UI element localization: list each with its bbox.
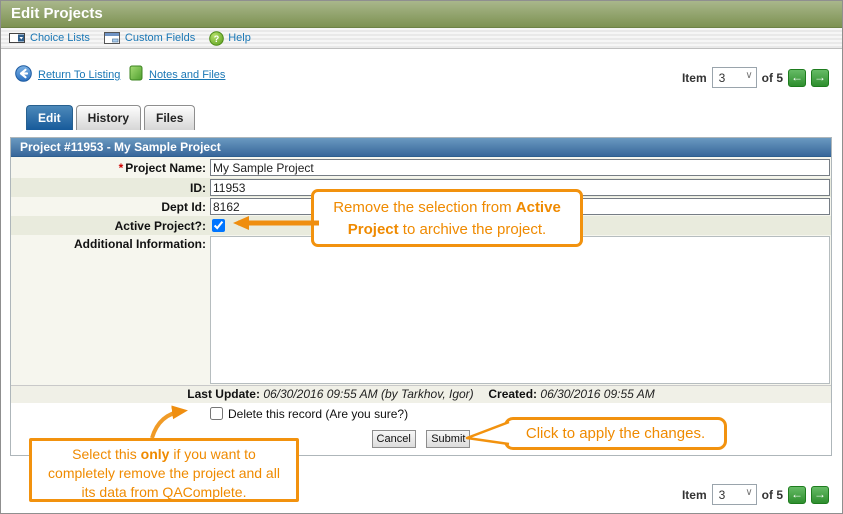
page-title: Edit Projects <box>11 5 103 22</box>
item-label: Item <box>681 487 707 502</box>
active-project-callout: Remove the selection from Active Project… <box>311 189 583 247</box>
dept-id-label: Dept Id: <box>161 199 206 214</box>
return-to-listing-label: Return To Listing <box>38 69 121 81</box>
additional-information-label: Additional Information: <box>74 237 206 251</box>
project-name-input[interactable] <box>210 159 830 176</box>
additional-information-textarea[interactable] <box>210 236 830 384</box>
submit-callout: Click to apply the changes. <box>504 417 727 450</box>
item-select-wrap: 3 ∨ <box>711 67 757 88</box>
active-project-checkbox[interactable] <box>212 218 225 232</box>
edit-projects-window: Edit Projects Choice Lists Custom Fields… <box>0 0 843 514</box>
item-select[interactable]: 3 <box>711 484 757 505</box>
tab-history[interactable]: History <box>75 105 142 130</box>
delete-record-label: Delete this record (Are you sure?) <box>228 407 409 421</box>
item-select-wrap: 3 ∨ <box>711 484 757 505</box>
edit-project-form: Project #11953 - My Sample Project * Proj… <box>10 137 832 456</box>
id-label: ID: <box>190 180 206 195</box>
last-update-row: Last Update: 06/30/2016 09:55 AM (by Tar… <box>11 385 831 403</box>
help-glyph: ? <box>214 34 220 44</box>
help-icon: ? <box>209 30 225 46</box>
prev-item-button[interactable]: ← <box>788 68 806 87</box>
next-arrow-icon: → <box>814 487 826 501</box>
choice-lists-label: Choice Lists <box>30 32 90 44</box>
tab-files[interactable]: Files <box>144 105 196 130</box>
prev-arrow-icon: ← <box>791 70 803 84</box>
return-to-listing-link[interactable]: Return To Listing <box>15 65 120 85</box>
active-project-label: Active Project?: <box>114 218 206 233</box>
prev-item-button[interactable]: ← <box>788 485 806 504</box>
tab-edit[interactable]: Edit <box>26 105 73 130</box>
prev-arrow-icon: ← <box>791 487 803 501</box>
notes-and-files-label: Notes and Files <box>149 68 226 81</box>
notes-page-icon <box>129 65 143 84</box>
item-of-label: of 5 <box>761 487 783 502</box>
custom-fields-link[interactable]: Custom Fields <box>103 31 196 45</box>
choice-lists-link[interactable]: Choice Lists <box>9 31 90 45</box>
submit-button[interactable]: Submit <box>426 430 471 448</box>
return-arrow-icon <box>15 65 32 85</box>
required-asterisk: * <box>118 160 124 175</box>
page-header: Edit Projects <box>1 1 842 28</box>
help-link[interactable]: ? Help <box>209 30 251 46</box>
next-arrow-icon: → <box>814 70 826 84</box>
created-value: 06/30/2016 09:55 AM <box>540 387 655 401</box>
last-update-label: Last Update: <box>187 387 260 401</box>
item-pager-bottom: Item 3 ∨ of 5 ← → <box>682 484 829 505</box>
created-label: Created: <box>488 387 538 401</box>
tab-bar: Edit History Files <box>26 105 196 130</box>
item-label: Item <box>681 70 707 85</box>
additional-information-row: Additional Information: <box>11 235 831 385</box>
custom-fields-label: Custom Fields <box>124 32 196 44</box>
help-label: Help <box>228 32 251 44</box>
last-update-value: 06/30/2016 09:55 AM (by Tarkhov, Igor) <box>263 387 474 401</box>
next-item-button[interactable]: → <box>811 68 829 87</box>
custom-fields-icon <box>103 31 121 45</box>
form-title-bar: Project #11953 - My Sample Project <box>11 138 831 157</box>
project-name-label: Project Name: <box>125 160 206 175</box>
delete-record-callout: Select this only if you want to complete… <box>29 438 299 502</box>
form-title: Project #11953 - My Sample Project <box>20 140 221 154</box>
item-pager-top: Item 3 ∨ of 5 ← → <box>682 67 829 88</box>
project-name-row: * Project Name: <box>11 157 831 178</box>
toolbar: Choice Lists Custom Fields ? Help <box>1 28 842 49</box>
item-of-label: of 5 <box>761 70 783 85</box>
choice-lists-icon <box>9 31 26 45</box>
cancel-button[interactable]: Cancel <box>371 430 416 448</box>
delete-record-checkbox[interactable] <box>210 407 223 420</box>
notes-and-files-link[interactable]: Notes and Files <box>129 65 225 84</box>
item-select[interactable]: 3 <box>711 67 757 88</box>
next-item-button[interactable]: → <box>811 485 829 504</box>
